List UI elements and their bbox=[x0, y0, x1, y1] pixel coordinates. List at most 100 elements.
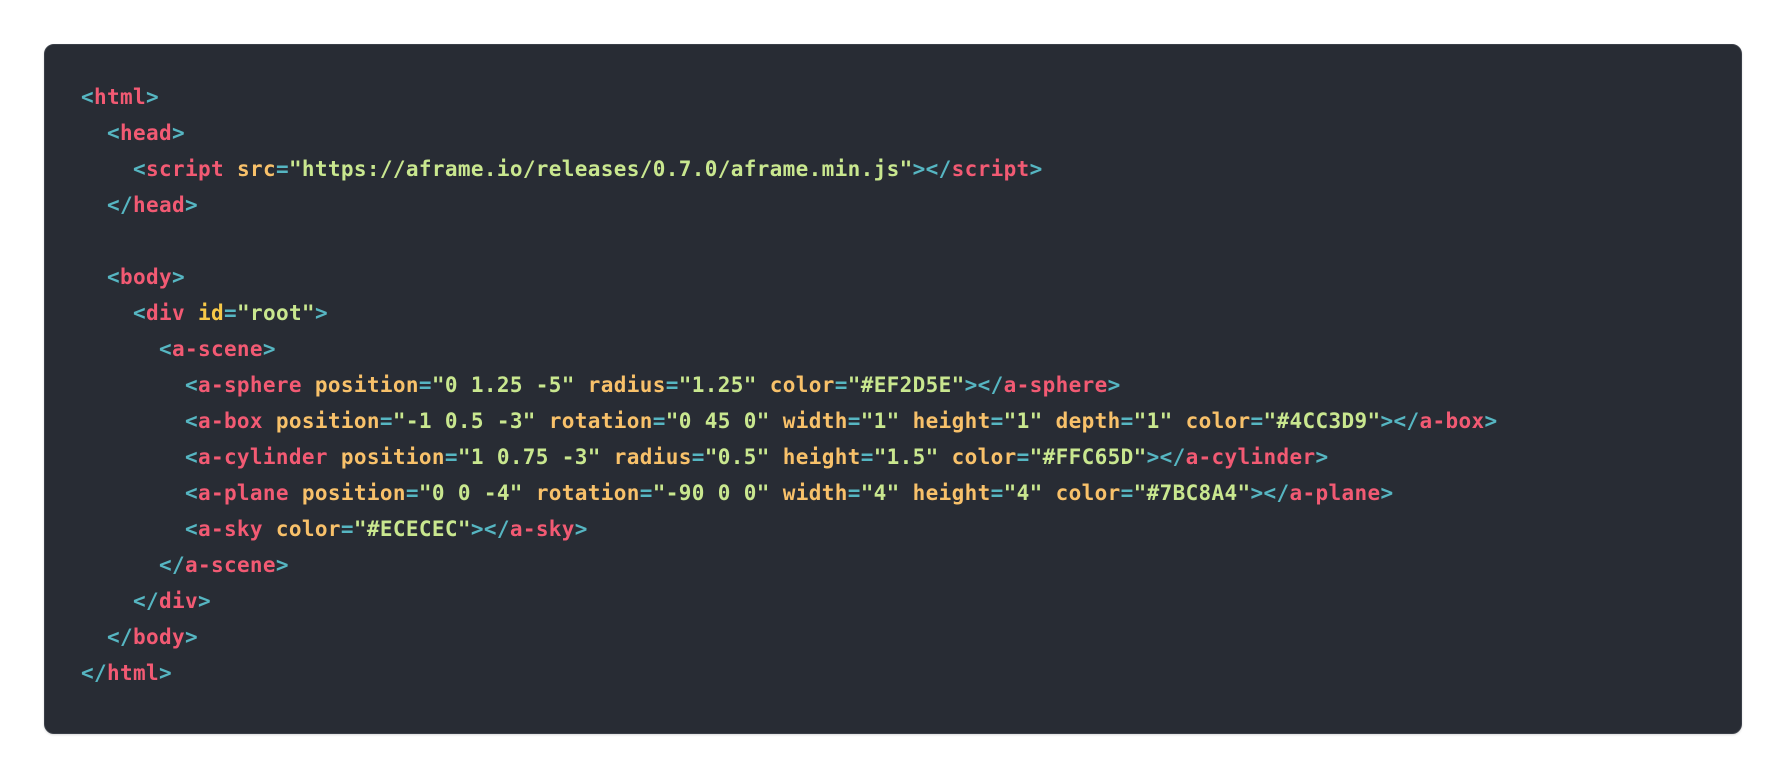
code-punctuation: < bbox=[81, 85, 94, 109]
code-string: "#4CC3D9" bbox=[1263, 409, 1381, 433]
code-punctuation: > bbox=[171, 265, 185, 289]
code-punctuation: > bbox=[1484, 409, 1498, 433]
code-punctuation: < bbox=[184, 517, 198, 541]
code-string: "-90 0 0" bbox=[652, 481, 770, 505]
code-punctuation: = bbox=[1016, 445, 1030, 469]
code-tag-name: a-scene bbox=[184, 553, 276, 577]
code-tag-name: html bbox=[107, 661, 159, 685]
code-attribute: color bbox=[769, 373, 835, 397]
code-tag-name: a-cylinder bbox=[1185, 445, 1316, 469]
code-punctuation: > bbox=[1029, 157, 1043, 181]
code-punctuation: ></ bbox=[1250, 481, 1290, 505]
code-punctuation: > bbox=[574, 517, 588, 541]
code-tag-name: script bbox=[951, 157, 1030, 181]
code-tag-name: html bbox=[94, 85, 146, 109]
code-attribute: width bbox=[782, 409, 848, 433]
code-attribute: radius bbox=[613, 445, 692, 469]
code-line: </div> bbox=[81, 583, 1497, 619]
code-punctuation: = bbox=[223, 301, 237, 325]
code-punctuation: < bbox=[132, 157, 146, 181]
code-punctuation: = bbox=[639, 481, 653, 505]
code-attribute: height bbox=[782, 445, 861, 469]
code-string: "4" bbox=[1003, 481, 1043, 505]
code-attribute: color bbox=[1185, 409, 1251, 433]
code-punctuation: = bbox=[405, 481, 419, 505]
code-attribute: position bbox=[301, 481, 406, 505]
code-attribute: color bbox=[275, 517, 341, 541]
code-punctuation: </ bbox=[132, 589, 159, 613]
code-attribute: src bbox=[236, 157, 276, 181]
code-attribute: width bbox=[782, 481, 848, 505]
code-tag-name: script bbox=[145, 157, 224, 181]
code-punctuation: > bbox=[184, 625, 198, 649]
code-line: </head> bbox=[81, 187, 1497, 223]
code-line: <a-sky color="#ECECEC"></a-sky> bbox=[81, 511, 1497, 547]
code-punctuation: = bbox=[691, 445, 705, 469]
code-tag-name: body bbox=[120, 265, 172, 289]
code-line: </a-scene> bbox=[81, 547, 1497, 583]
code-punctuation: < bbox=[107, 121, 120, 145]
code-line: </html> bbox=[81, 655, 1497, 691]
code-punctuation: > bbox=[275, 553, 289, 577]
code-tag-name: a-box bbox=[197, 409, 263, 433]
code-punctuation: < bbox=[184, 373, 198, 397]
code-punctuation: < bbox=[184, 481, 198, 505]
code-string: "0.5" bbox=[704, 445, 770, 469]
code-string: "1" bbox=[1003, 409, 1043, 433]
code-string: "1.5" bbox=[873, 445, 939, 469]
code-punctuation: ></ bbox=[912, 157, 952, 181]
code-line: <a-box position="-1 0.5 -3" rotation="0 … bbox=[81, 403, 1497, 439]
code-string: "#7BC8A4" bbox=[1133, 481, 1251, 505]
code-string: "#EF2D5E" bbox=[847, 373, 965, 397]
code-punctuation: = bbox=[340, 517, 354, 541]
code-tag-name: div bbox=[158, 589, 198, 613]
code-punctuation: = bbox=[847, 481, 861, 505]
code-attribute: position bbox=[340, 445, 445, 469]
code-punctuation: > bbox=[314, 301, 328, 325]
code-punctuation: > bbox=[1315, 445, 1329, 469]
code-punctuation: = bbox=[444, 445, 458, 469]
code-punctuation: </ bbox=[158, 553, 185, 577]
code-punctuation: </ bbox=[81, 661, 107, 685]
code-line: <head> bbox=[81, 115, 1497, 151]
code-punctuation: = bbox=[990, 409, 1004, 433]
code-string: "0 45 0" bbox=[665, 409, 770, 433]
code-punctuation: ></ bbox=[470, 517, 510, 541]
code-punctuation: < bbox=[184, 409, 198, 433]
code-string: "root" bbox=[236, 301, 315, 325]
code-attribute: radius bbox=[587, 373, 666, 397]
code-tag-name: a-sky bbox=[509, 517, 575, 541]
code-punctuation: ></ bbox=[1146, 445, 1186, 469]
code-punctuation: = bbox=[1250, 409, 1264, 433]
code-line: <html> bbox=[81, 79, 1497, 115]
code-punctuation: > bbox=[1380, 481, 1394, 505]
code-punctuation: = bbox=[860, 445, 874, 469]
code-punctuation: = bbox=[665, 373, 679, 397]
code-string: "#FFC65D" bbox=[1029, 445, 1147, 469]
code-line: <a-scene> bbox=[81, 331, 1497, 367]
code-punctuation: > bbox=[145, 85, 159, 109]
code-punctuation: </ bbox=[107, 625, 133, 649]
code-content[interactable]: <html> <head> <script src="https://afram… bbox=[81, 79, 1497, 691]
code-tag-name: div bbox=[145, 301, 185, 325]
code-string: "1" bbox=[860, 409, 900, 433]
code-punctuation: < bbox=[158, 337, 172, 361]
code-punctuation: = bbox=[275, 157, 289, 181]
